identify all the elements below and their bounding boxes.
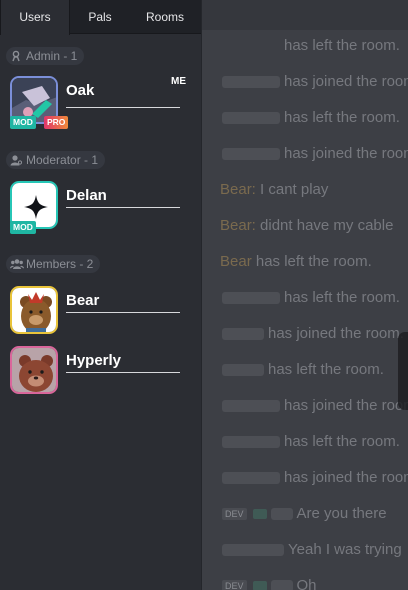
chat-message: has left the room. <box>222 359 384 381</box>
user-row-bear[interactable]: Bear <box>10 286 200 336</box>
tab-rooms[interactable]: Rooms <box>130 0 200 34</box>
tab-pals[interactable]: Pals <box>70 0 130 34</box>
username: Bear <box>66 292 100 309</box>
chat-media-fragment <box>398 332 408 410</box>
section-header-label: Admin - 1 <box>26 49 78 63</box>
user-row-oak[interactable]: MOD PRO Oak ME <box>10 76 200 129</box>
admin-person-icon <box>10 49 22 62</box>
chat-message: has joined the room. <box>222 71 408 93</box>
chat-message: Bear has left the room. <box>220 253 372 270</box>
user-row-delan[interactable]: MOD Delan <box>10 181 200 234</box>
chat-message: has left the room. <box>222 107 400 129</box>
chat-message: DEV Are you there <box>222 503 387 525</box>
chat-message: Bear: I cant play <box>220 181 329 198</box>
username: Delan <box>66 187 107 204</box>
chat-header <box>202 0 408 30</box>
name-underline <box>66 312 180 313</box>
username: Oak <box>66 82 95 99</box>
chat-message: has left the room. <box>222 287 400 309</box>
chat-message: has left the room. <box>222 431 400 453</box>
tab-users[interactable]: Users <box>0 0 70 35</box>
username: Hyperly <box>66 352 122 369</box>
pro-badge: PRO <box>44 116 69 129</box>
section-header-admin: Admin - 1 <box>6 47 85 65</box>
name-underline <box>66 207 180 208</box>
chat-message: has joined the room. <box>222 395 408 417</box>
chat-message: has joined the room. <box>222 467 408 489</box>
chat-panel: has left the room. has joined the room. … <box>202 0 408 590</box>
chat-message: DEV Oh <box>222 575 317 590</box>
section-header-label: Members - 2 <box>26 257 94 271</box>
avatar <box>10 286 58 334</box>
avatar <box>10 346 58 394</box>
moderator-person-icon <box>10 153 23 166</box>
section-header-members: Members - 2 <box>6 255 101 273</box>
sidebar-tabs: Users Pals Rooms <box>0 0 201 35</box>
mod-badge: MOD <box>10 221 36 234</box>
chat-message: has left the room. <box>284 37 400 54</box>
section-header-label: Moderator - 1 <box>26 153 99 167</box>
chat-message: has joined the room. <box>222 323 404 345</box>
chat-message: has joined the room. <box>222 143 408 165</box>
me-label: ME <box>171 76 186 87</box>
members-group-icon <box>10 257 24 269</box>
name-underline <box>66 372 180 373</box>
mod-badge: MOD <box>10 116 36 129</box>
chat-message: Yeah I was trying <box>222 539 402 561</box>
user-list-sidebar: Users Pals Rooms Admin - 1 MOD PRO Oak M… <box>0 0 202 590</box>
user-row-hyperly[interactable]: Hyperly <box>10 346 200 396</box>
section-header-moderator: Moderator - 1 <box>6 151 106 169</box>
name-underline <box>66 107 180 108</box>
chat-message: Bear: didnt have my cable <box>220 217 394 234</box>
